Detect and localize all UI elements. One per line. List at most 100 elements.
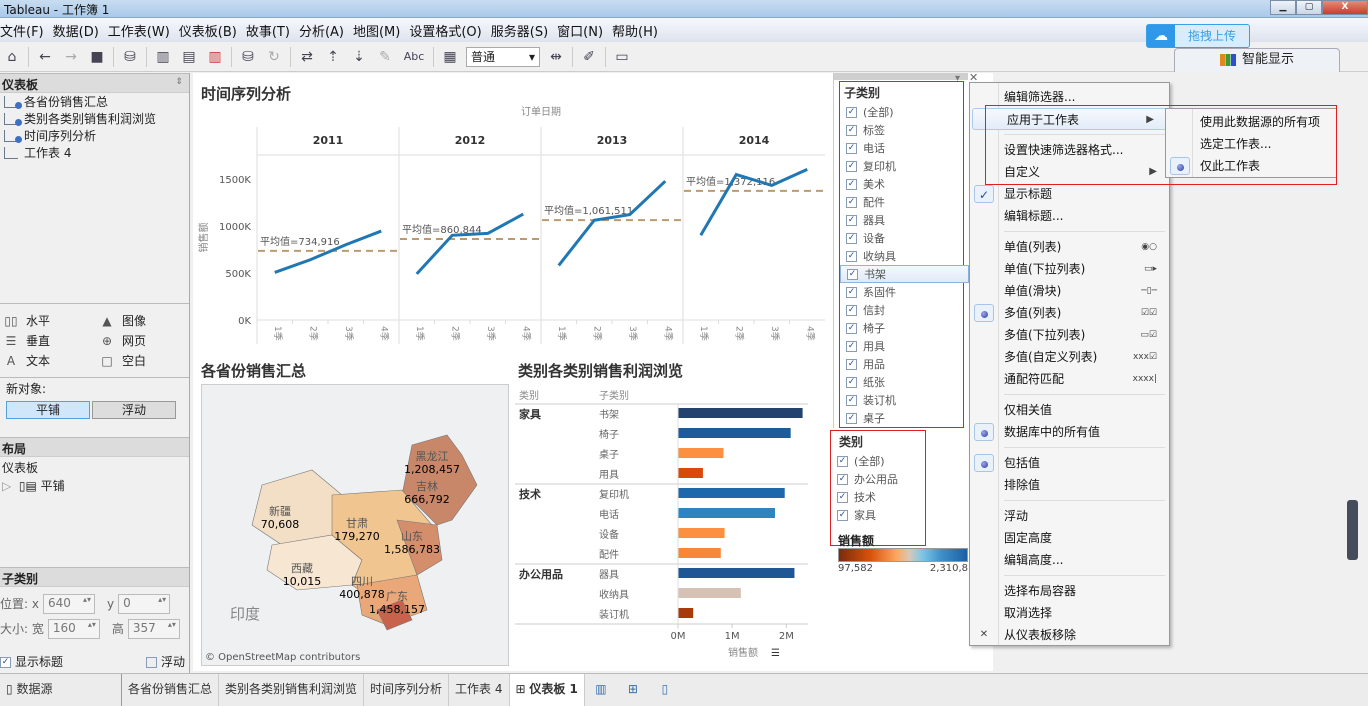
checkbox-checked-icon[interactable]: ✓ bbox=[846, 376, 857, 388]
object-blank[interactable]: □ 空白 bbox=[100, 352, 190, 369]
swap-icon[interactable]: ⇄ bbox=[297, 47, 317, 67]
subcategory-filter-item[interactable]: ✓ 信封 bbox=[840, 301, 963, 319]
menu-item[interactable]: 通配符匹配 xxxx| bbox=[970, 368, 1169, 390]
filter-drag-handle[interactable] bbox=[834, 73, 968, 80]
close-window-button[interactable]: X bbox=[1322, 0, 1368, 15]
subcategory-filter-item[interactable]: ✓ 装订机 bbox=[840, 391, 963, 409]
menu-2[interactable]: 工作表(W) bbox=[108, 21, 179, 40]
highlight-icon[interactable]: ✐ bbox=[579, 47, 599, 67]
subcategory-filter-item[interactable]: ✓ 椅子 bbox=[840, 319, 963, 337]
subcategory-filter-item[interactable]: ✓ 美术 bbox=[840, 175, 963, 193]
sheet-tab[interactable]: 类别各类别销售利润浏览 bbox=[219, 674, 365, 706]
subcategory-filter-item[interactable]: ✓ 器具 bbox=[840, 211, 963, 229]
layout-root[interactable]: 仪表板 bbox=[2, 459, 187, 477]
sheet-tab[interactable]: 时间序列分析 bbox=[364, 674, 450, 706]
checkbox-checked-icon[interactable]: ✓ bbox=[846, 358, 857, 370]
object-horizontal[interactable]: ▯▯ 水平 bbox=[4, 312, 100, 329]
bar[interactable] bbox=[678, 568, 795, 578]
system-monitor-widget[interactable] bbox=[1347, 500, 1358, 560]
subcategory-filter-item[interactable]: ✓ 收纳具 bbox=[840, 247, 963, 265]
bar[interactable] bbox=[678, 528, 725, 538]
bar[interactable] bbox=[678, 548, 721, 558]
object-image[interactable]: ▲ 图像 bbox=[100, 312, 190, 329]
floating-button[interactable]: 浮动 bbox=[92, 401, 176, 419]
expand-icon[interactable]: ▷ bbox=[2, 479, 11, 493]
attach-icon[interactable]: ✎ bbox=[375, 47, 395, 67]
sheet-tab-active[interactable]: ⊞ 仪表板 1 bbox=[509, 674, 585, 706]
datasource-tab[interactable]: ▯ 数据源 bbox=[0, 674, 122, 706]
menu-4[interactable]: 故事(T) bbox=[246, 21, 299, 40]
checkbox-checked-icon[interactable]: ✓ bbox=[837, 509, 848, 521]
show-cards-icon[interactable]: ▦ bbox=[440, 47, 460, 67]
sheet-item[interactable]: 类别各类别销售利润浏览 bbox=[0, 110, 189, 127]
map-attribution[interactable]: © OpenStreetMap contributors bbox=[205, 652, 360, 663]
checkbox-checked-icon[interactable]: ✓ bbox=[846, 340, 857, 352]
new-worksheet-icon[interactable]: ▥ bbox=[153, 47, 173, 67]
checkbox-checked-icon[interactable]: ✓ bbox=[846, 160, 857, 172]
subcategory-filter-item[interactable]: ✓ 设备 bbox=[840, 229, 963, 247]
x-input[interactable]: 640 bbox=[42, 593, 95, 614]
checkbox-checked-icon[interactable]: ✓ bbox=[837, 473, 848, 485]
sales-line[interactable] bbox=[415, 212, 524, 275]
presentation-icon[interactable]: ▭ bbox=[612, 47, 632, 67]
new-datasource-icon[interactable]: ⛁ bbox=[120, 47, 140, 67]
menu-item[interactable]: 排除值 bbox=[970, 474, 1169, 496]
subcategory-filter-item[interactable]: ✓ 标签 bbox=[840, 121, 963, 139]
checkbox-checked-icon[interactable]: ✓ bbox=[846, 214, 857, 226]
menu-item[interactable]: 取消选择 bbox=[970, 602, 1169, 624]
show-me-button[interactable]: 智能显示 bbox=[1174, 48, 1340, 72]
checkbox-checked-icon[interactable]: ✓ bbox=[846, 196, 857, 208]
menu-5[interactable]: 分析(A) bbox=[299, 21, 353, 40]
minimize-button[interactable]: ▁ bbox=[1270, 0, 1296, 15]
checkbox-checked-icon[interactable]: ✓ bbox=[846, 250, 857, 262]
show-title-checkbox[interactable]: ✓ 显示标题 bbox=[0, 653, 63, 670]
sheet-item[interactable]: 工作表 4 bbox=[0, 144, 189, 161]
menu-item[interactable]: 选择布局容器 bbox=[970, 580, 1169, 602]
sales-line[interactable] bbox=[557, 180, 667, 267]
sheet-item[interactable]: 各省份销售汇总 bbox=[0, 93, 189, 110]
checkbox-checked-icon[interactable]: ✓ bbox=[847, 268, 858, 280]
category-filter-item[interactable]: ✓ (全部) bbox=[831, 452, 925, 470]
subcategory-filter-item[interactable]: ✓ 用具 bbox=[840, 337, 963, 355]
menu-item[interactable]: 浮动 bbox=[970, 505, 1169, 527]
tiled-button[interactable]: 平铺 bbox=[6, 401, 90, 419]
checkbox-checked-icon[interactable]: ✓ bbox=[846, 322, 857, 334]
bar[interactable] bbox=[678, 608, 694, 618]
menu-item[interactable]: 单值(列表) ◉○ bbox=[970, 236, 1169, 258]
clear-sheet-icon[interactable]: ▥ bbox=[205, 47, 225, 67]
save-icon[interactable]: ■ bbox=[87, 47, 107, 67]
checkbox-checked-icon[interactable]: ✓ bbox=[846, 106, 857, 118]
checkbox-checked-icon[interactable]: ✓ bbox=[846, 142, 857, 154]
province-map[interactable]: 新疆 70,608 西藏 10,015 甘肃 179,270 四川 400,878 黑龙江 1,2… bbox=[201, 384, 509, 666]
forward-icon[interactable]: → bbox=[61, 47, 81, 67]
menu-8[interactable]: 服务器(S) bbox=[491, 21, 557, 40]
sort-icon[interactable]: ☰ bbox=[771, 648, 780, 659]
home-icon[interactable]: ⌂ bbox=[2, 47, 22, 67]
sort-desc-icon[interactable]: ⇣ bbox=[349, 47, 369, 67]
menu-item[interactable]: 仅相关值 bbox=[970, 399, 1169, 421]
sheet-tab[interactable]: 各省份销售汇总 bbox=[122, 674, 220, 706]
refresh-icon[interactable]: ↻ bbox=[264, 47, 284, 67]
menu-item[interactable]: 从仪表板移除 ✕ bbox=[970, 624, 1169, 646]
menu-7[interactable]: 设置格式(O) bbox=[409, 21, 490, 40]
subcategory-filter-item[interactable]: ✓ 配件 bbox=[840, 193, 963, 211]
menu-item[interactable]: 多值(下拉列表) ▭☑ bbox=[970, 324, 1169, 346]
back-icon[interactable]: ← bbox=[35, 47, 55, 67]
menu-10[interactable]: 帮助(H) bbox=[612, 21, 667, 40]
menu-9[interactable]: 窗口(N) bbox=[557, 21, 612, 40]
menu-item[interactable]: 多值(列表) ☑☑ bbox=[970, 302, 1169, 324]
menu-item[interactable]: 固定高度 bbox=[970, 527, 1169, 549]
y-input[interactable]: 0 bbox=[118, 593, 171, 614]
subcategory-filter-item[interactable]: ✓ 系固件 bbox=[840, 283, 963, 301]
menu-item[interactable]: 数据库中的所有值 bbox=[970, 421, 1169, 443]
new-worksheet-tab-icon[interactable]: ▥ bbox=[585, 674, 617, 706]
menu-item[interactable]: 单值(下拉列表) ▭▸ bbox=[970, 258, 1169, 280]
fix-axes-icon[interactable]: ⇹ bbox=[546, 47, 566, 67]
menu-1[interactable]: 数据(D) bbox=[53, 21, 108, 40]
menu-0[interactable]: 文件(F) bbox=[0, 21, 53, 40]
category-filter-item[interactable]: ✓ 家具 bbox=[831, 506, 925, 524]
layout-child[interactable]: ▷ ▯▤ 平铺 bbox=[2, 477, 187, 495]
sort-icon[interactable]: ⇕ bbox=[175, 77, 183, 87]
bar[interactable] bbox=[678, 428, 791, 438]
checkbox-checked-icon[interactable]: ✓ bbox=[846, 178, 857, 190]
